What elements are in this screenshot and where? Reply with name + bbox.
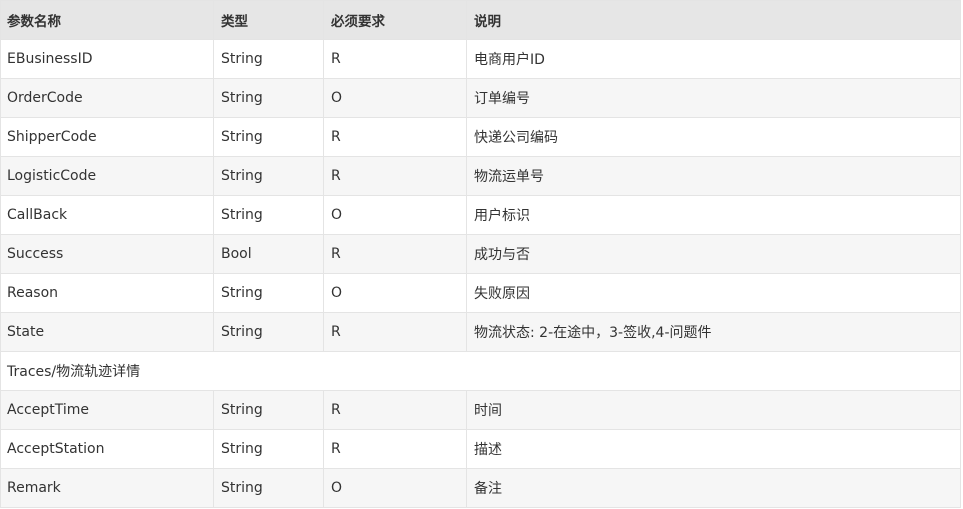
required-cell: O	[323, 468, 467, 508]
required-cell: O	[323, 195, 467, 235]
parameter-table: 参数名称 类型 必须要求 说明 EBusinessID String R 电商用…	[0, 0, 961, 508]
header-param-name: 参数名称	[0, 0, 214, 40]
type-cell: String	[213, 78, 324, 118]
header-description: 说明	[466, 0, 961, 40]
description-cell: 电商用户ID	[466, 39, 961, 79]
param-name-cell: OrderCode	[0, 78, 214, 118]
section-row: Traces/物流轨迹详情	[0, 351, 961, 391]
required-cell: O	[323, 78, 467, 118]
header-row: 参数名称 类型 必须要求 说明	[0, 0, 961, 40]
param-name-cell: Reason	[0, 273, 214, 313]
required-cell: R	[323, 390, 467, 430]
type-cell: String	[213, 429, 324, 469]
table-header: 参数名称 类型 必须要求 说明	[0, 0, 961, 40]
param-name-cell: LogisticCode	[0, 156, 214, 196]
type-cell: String	[213, 312, 324, 352]
table-row: EBusinessID String R 电商用户ID	[0, 39, 961, 79]
description-cell: 失败原因	[466, 273, 961, 313]
required-cell: R	[323, 429, 467, 469]
table-row: ShipperCode String R 快递公司编码	[0, 117, 961, 157]
type-cell: String	[213, 195, 324, 235]
table-row: CallBack String O 用户标识	[0, 195, 961, 235]
description-cell: 物流状态: 2-在途中，3-签收,4-问题件	[466, 312, 961, 352]
table-row: Remark String O 备注	[0, 468, 961, 508]
type-cell: String	[213, 117, 324, 157]
header-type: 类型	[213, 0, 324, 40]
table-row: Reason String O 失败原因	[0, 273, 961, 313]
required-cell: O	[323, 273, 467, 313]
description-cell: 描述	[466, 429, 961, 469]
table-row: AcceptTime String R 时间	[0, 390, 961, 430]
table-row: Success Bool R 成功与否	[0, 234, 961, 274]
required-cell: R	[323, 312, 467, 352]
required-cell: R	[323, 39, 467, 79]
type-cell: String	[213, 273, 324, 313]
table-row: OrderCode String O 订单编号	[0, 78, 961, 118]
param-name-cell: Success	[0, 234, 214, 274]
param-name-cell: AcceptTime	[0, 390, 214, 430]
description-cell: 快递公司编码	[466, 117, 961, 157]
description-cell: 物流运单号	[466, 156, 961, 196]
table-row: State String R 物流状态: 2-在途中，3-签收,4-问题件	[0, 312, 961, 352]
table-body: EBusinessID String R 电商用户ID OrderCode St…	[0, 39, 961, 508]
param-name-cell: CallBack	[0, 195, 214, 235]
description-cell: 备注	[466, 468, 961, 508]
description-cell: 订单编号	[466, 78, 961, 118]
type-cell: String	[213, 39, 324, 79]
required-cell: R	[323, 156, 467, 196]
description-cell: 用户标识	[466, 195, 961, 235]
param-name-cell: EBusinessID	[0, 39, 214, 79]
type-cell: String	[213, 390, 324, 430]
param-name-cell: State	[0, 312, 214, 352]
table-row: LogisticCode String R 物流运单号	[0, 156, 961, 196]
header-required: 必须要求	[323, 0, 467, 40]
table-row: AcceptStation String R 描述	[0, 429, 961, 469]
param-name-cell: AcceptStation	[0, 429, 214, 469]
description-cell: 时间	[466, 390, 961, 430]
param-name-cell: ShipperCode	[0, 117, 214, 157]
param-name-cell: Remark	[0, 468, 214, 508]
required-cell: R	[323, 117, 467, 157]
description-cell: 成功与否	[466, 234, 961, 274]
section-title-traces: Traces/物流轨迹详情	[0, 351, 961, 391]
type-cell: String	[213, 156, 324, 196]
required-cell: R	[323, 234, 467, 274]
type-cell: String	[213, 468, 324, 508]
type-cell: Bool	[213, 234, 324, 274]
